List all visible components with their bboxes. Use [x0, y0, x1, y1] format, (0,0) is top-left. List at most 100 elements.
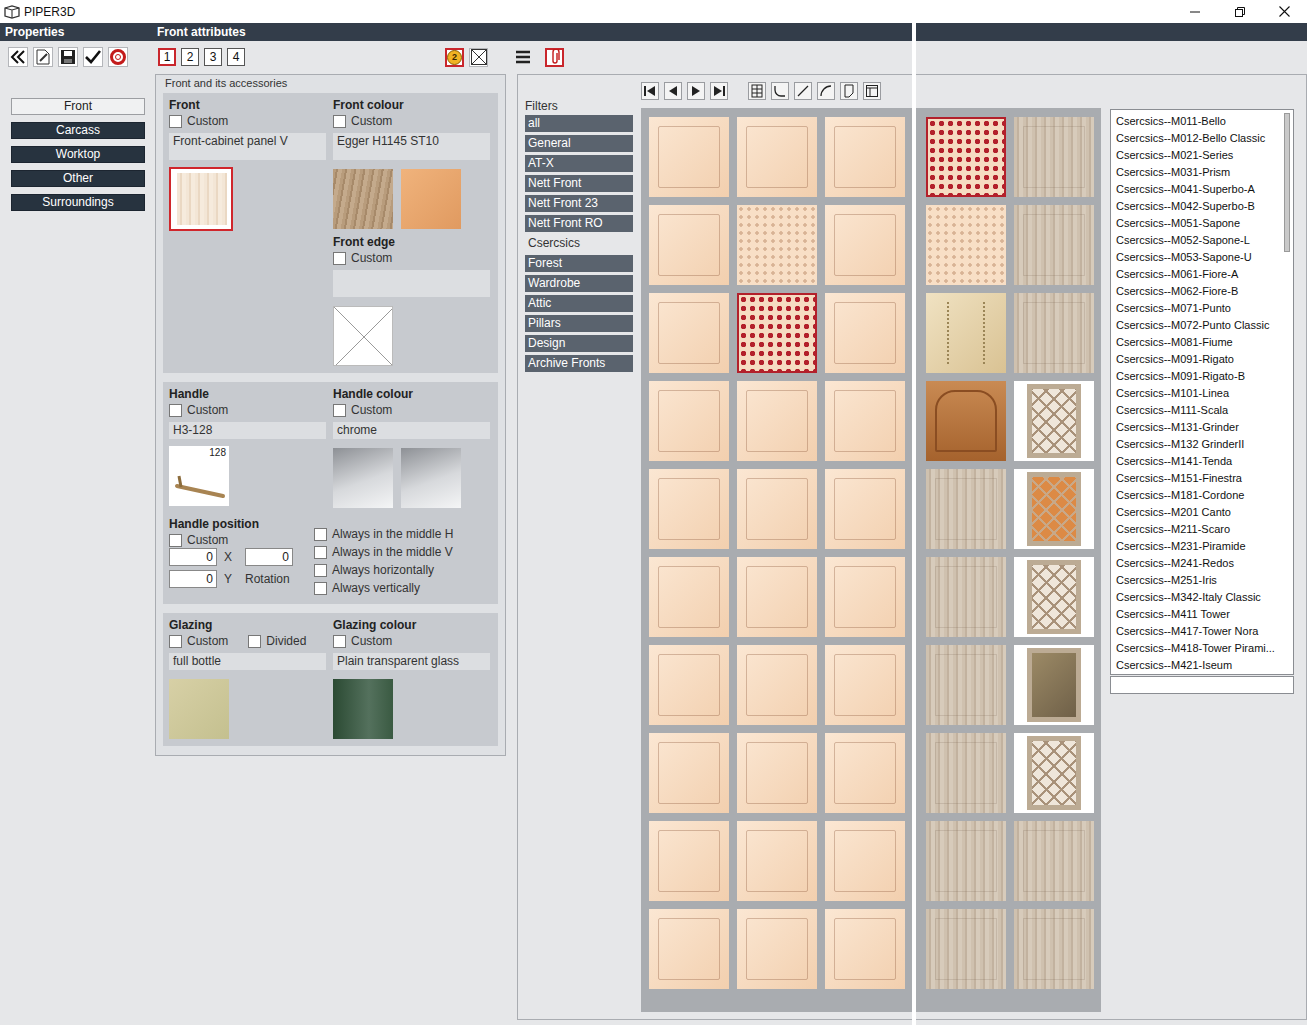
filter-item[interactable]: AT-X — [525, 155, 633, 172]
front-edge-swatch[interactable] — [333, 306, 393, 366]
catalog-item[interactable]: Csercsics--M111-Scala — [1116, 402, 1279, 419]
checkbox-box[interactable] — [314, 528, 327, 541]
front-tile[interactable] — [926, 381, 1006, 461]
front-tile[interactable] — [737, 469, 817, 549]
catalog-item[interactable]: Csercsics--M031-Prism — [1116, 164, 1279, 181]
custom-checkbox[interactable]: Custom — [333, 402, 392, 418]
checkbox-box[interactable] — [169, 115, 182, 128]
catalog-item[interactable]: Csercsics--M061-Fiore-A — [1116, 266, 1279, 283]
filter-item[interactable]: General — [525, 135, 633, 152]
front-tile[interactable] — [1014, 821, 1094, 901]
front-tile[interactable] — [825, 733, 905, 813]
catalog-item[interactable]: Csercsics--M411 Tower — [1116, 606, 1279, 623]
edit-button[interactable] — [33, 47, 53, 67]
position-option[interactable]: Always vertically — [314, 579, 453, 597]
front-colour-field[interactable]: Egger H1145 ST10 — [333, 133, 490, 160]
front-tile[interactable] — [737, 117, 817, 197]
checkbox-box[interactable] — [333, 404, 346, 417]
no-image-button[interactable] — [469, 48, 488, 67]
checkbox-box[interactable] — [314, 564, 327, 577]
filter-item[interactable]: Nett Front 23 — [525, 195, 633, 212]
colour-swatch[interactable] — [401, 448, 461, 508]
colour-swatch[interactable] — [401, 169, 461, 229]
front-tile[interactable] — [825, 293, 905, 373]
custom-checkbox[interactable]: Custom — [169, 113, 228, 129]
front-tile[interactable] — [649, 909, 729, 989]
catalog-item[interactable]: Csercsics--M141-Tenda — [1116, 453, 1279, 470]
catalog-item[interactable]: Csercsics--M101-Linea — [1116, 385, 1279, 402]
front-tile[interactable] — [926, 469, 1006, 549]
menu-button[interactable] — [513, 48, 532, 67]
front-tile[interactable] — [825, 117, 905, 197]
checkbox-box[interactable] — [314, 546, 327, 559]
catalog-item[interactable]: Csercsics--M418-Tower Pirami... — [1116, 640, 1279, 657]
front-tile[interactable] — [737, 645, 817, 725]
glazing-field[interactable]: full bottle — [169, 653, 326, 670]
sidebar-item[interactable]: Front — [11, 98, 145, 115]
y-input[interactable]: 0 — [169, 570, 217, 588]
front-tile[interactable] — [1014, 293, 1094, 373]
front-tile[interactable] — [825, 557, 905, 637]
checkbox-box[interactable] — [248, 635, 261, 648]
next-button[interactable] — [687, 82, 705, 100]
filter-item[interactable]: Forest — [525, 255, 633, 272]
filter-item[interactable]: Pillars — [525, 315, 633, 332]
front-tile[interactable] — [737, 821, 817, 901]
front-tile[interactable] — [649, 205, 729, 285]
maximize-button[interactable] — [1217, 0, 1262, 23]
custom-checkbox[interactable]: Custom — [333, 250, 392, 266]
custom-checkbox[interactable]: Custom — [333, 633, 392, 649]
front-tile[interactable] — [825, 205, 905, 285]
position-option[interactable]: Always in the middle H — [314, 525, 453, 543]
front-tile[interactable] — [1014, 557, 1094, 637]
front-tile[interactable] — [1014, 645, 1094, 725]
filter-item[interactable]: Archive Fronts — [525, 355, 633, 372]
front-thumbnail[interactable] — [169, 167, 233, 231]
front-tile[interactable] — [1014, 733, 1094, 813]
front-tile[interactable] — [825, 381, 905, 461]
front-tile[interactable] — [737, 733, 817, 813]
catalog-item[interactable]: Csercsics--M241-Redos — [1116, 555, 1279, 572]
attach-button[interactable] — [545, 48, 564, 67]
front-tile[interactable] — [737, 909, 817, 989]
front-tile[interactable] — [1014, 909, 1094, 989]
glazing-swatch[interactable] — [169, 679, 229, 739]
bevel-button[interactable] — [794, 82, 812, 100]
save-button[interactable] — [58, 47, 78, 67]
filter-item[interactable]: Nett Front RO — [525, 215, 633, 232]
scrollbar[interactable] — [1284, 113, 1290, 669]
catalog-item[interactable]: Csercsics--M072-Punto Classic — [1116, 317, 1279, 334]
front-tile[interactable] — [737, 293, 817, 373]
curve-button[interactable] — [771, 82, 789, 100]
filter-item[interactable]: all — [525, 115, 633, 132]
catalog-item[interactable]: Csercsics--M021-Series — [1116, 147, 1279, 164]
catalog-item[interactable]: Csercsics--M011-Bello — [1116, 113, 1279, 130]
catalog-item[interactable]: Csercsics--M417-Tower Nora — [1116, 623, 1279, 640]
glazing-colour-swatch[interactable] — [333, 679, 393, 739]
catalog-search[interactable] — [1110, 676, 1294, 694]
coin-button[interactable]: 2 — [445, 48, 464, 67]
front-tile[interactable] — [649, 645, 729, 725]
catalog-item[interactable]: Csercsics--M132 GrinderII — [1116, 436, 1279, 453]
confirm-button[interactable] — [83, 47, 103, 67]
catalog-item[interactable]: Csercsics--M052-Sapone-L — [1116, 232, 1279, 249]
front-tile[interactable] — [926, 117, 1006, 197]
colour-swatch[interactable] — [333, 448, 393, 508]
front-tile[interactable] — [649, 557, 729, 637]
handle-colour-field[interactable]: chrome — [333, 422, 490, 439]
first-button[interactable] — [641, 82, 659, 100]
front-field[interactable]: Front-cabinet panel V — [169, 133, 326, 160]
front-tile[interactable] — [926, 645, 1006, 725]
catalog-item[interactable]: Csercsics--M201 Canto — [1116, 504, 1279, 521]
catalog-item[interactable]: Csercsics--M151-Finestra — [1116, 470, 1279, 487]
front-tile[interactable] — [737, 557, 817, 637]
catalog-item[interactable]: Csercsics--M342-Italy Classic — [1116, 589, 1279, 606]
catalog-item[interactable]: Csercsics--M041-Superbo-A — [1116, 181, 1279, 198]
page-button[interactable] — [840, 82, 858, 100]
glazing-colour-field[interactable]: Plain transparent glass — [333, 653, 490, 670]
arc-button[interactable] — [817, 82, 835, 100]
sidebar-item[interactable]: Carcass — [11, 122, 145, 139]
front-tile[interactable] — [825, 469, 905, 549]
checkbox-box[interactable] — [333, 635, 346, 648]
handle-field[interactable]: H3-128 — [169, 422, 326, 439]
